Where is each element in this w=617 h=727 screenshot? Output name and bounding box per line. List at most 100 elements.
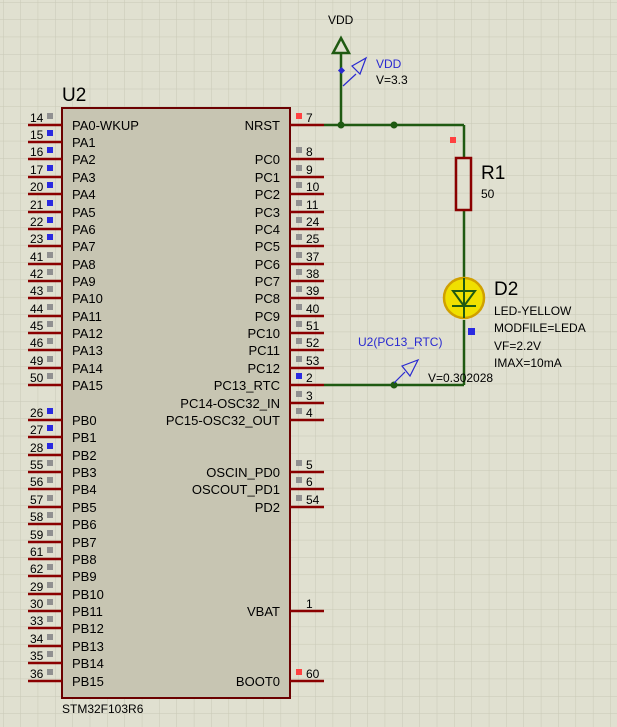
pin-state-indicator [47, 356, 53, 362]
pin-label: PC10 [247, 326, 280, 341]
pin-label: PB11 [72, 604, 103, 619]
led-d2-modfile: MODFILE=LEDA [494, 321, 586, 335]
pin-number: 9 [306, 163, 313, 177]
pin-state-indicator [47, 269, 53, 275]
pin-label: PB14 [72, 656, 104, 671]
pin-number: 52 [306, 336, 320, 350]
pin-number: 4 [306, 406, 313, 420]
pin-number: 5 [306, 458, 313, 472]
pin-state-indicator [296, 147, 302, 153]
pin-state-indicator [296, 321, 302, 327]
pin-state-indicator [296, 460, 302, 466]
pin-label: PA14 [72, 361, 103, 376]
pin-number: 25 [306, 232, 320, 246]
pin-label: PA6 [72, 222, 96, 237]
pin-state-indicator [47, 286, 53, 292]
pin-label: PA2 [72, 152, 96, 167]
pin-label: PB15 [72, 674, 104, 689]
pin-number: 7 [306, 111, 313, 125]
pin-number: 53 [306, 354, 320, 368]
schematic-canvas: U2 STM32F103R6 14 PA0-WKUP15 PA116 PA217 PA3… [0, 0, 617, 727]
pin-state-indicator [47, 460, 53, 466]
pin-number: 11 [306, 198, 319, 212]
chip-part-label: STM32F103R6 [62, 702, 144, 716]
pin-label: OSCIN_PD0 [206, 465, 280, 480]
vdd-probe-value: V=3.3 [376, 73, 408, 87]
pin-label: PD2 [255, 500, 280, 515]
led-d2-icon[interactable] [442, 276, 486, 320]
pin-label: PA5 [72, 205, 96, 220]
pin-label: PA11 [72, 309, 102, 324]
pin-label: PA0-WKUP [72, 118, 139, 133]
pin-number: 62 [30, 562, 44, 576]
pin-state-indicator [296, 165, 302, 171]
pin-number: 61 [30, 545, 44, 559]
pin-label: PB4 [72, 482, 97, 497]
pin-label: PC2 [255, 187, 280, 202]
pin-number: 22 [30, 215, 44, 229]
pin-label: PC7 [255, 274, 280, 289]
pin-number: 24 [306, 215, 320, 229]
pin-label: PB6 [72, 517, 97, 532]
pin-state-indicator [47, 165, 53, 171]
pin-state-indicator [296, 234, 302, 240]
pin-number: 6 [306, 475, 313, 489]
led-d2-ref: D2 [494, 279, 518, 300]
pin-label: PC8 [255, 291, 280, 306]
pin-label: PC12 [247, 361, 280, 376]
pin-number: 8 [306, 145, 313, 159]
pin-number: 1 [306, 597, 313, 611]
pin-state-indicator [47, 252, 53, 258]
pin-label: PC15-OSC32_OUT [166, 413, 280, 428]
pin-number: 42 [30, 267, 44, 281]
pin-state-indicator [47, 495, 53, 501]
resistor-r1-value: 50 [481, 187, 495, 201]
pin-number: 56 [30, 475, 44, 489]
pin-label: PB3 [72, 465, 97, 480]
pin-number: 23 [30, 232, 44, 246]
pin-number: 10 [306, 180, 320, 194]
pin-state-indicator [296, 495, 302, 501]
pin-number: 49 [30, 354, 44, 368]
pin-label: PA4 [72, 187, 96, 202]
pin-number: 41 [30, 250, 44, 264]
pin-state-indicator [47, 373, 53, 379]
pin-state-indicator [47, 321, 53, 327]
pin-state-indicator [296, 182, 302, 188]
pin-state-indicator [47, 304, 53, 310]
pin-state-indicator [47, 443, 53, 449]
pin-number: 40 [306, 302, 320, 316]
pin-number: 17 [30, 163, 44, 177]
pin-label: PB0 [72, 413, 97, 428]
pin-label: OSCOUT_PD1 [192, 482, 280, 497]
pin-number: 57 [30, 493, 44, 507]
pin-number: 36 [30, 667, 44, 681]
pin-number: 28 [30, 441, 44, 455]
pin-label: BOOT0 [236, 674, 280, 689]
pin-state-indicator [296, 391, 302, 397]
pin-number: 44 [30, 302, 44, 316]
led-d2-imax: IMAX=10mA [494, 356, 562, 370]
pin-label: PB7 [72, 535, 97, 550]
pin-state-indicator [296, 286, 302, 292]
pin-state-indicator [296, 669, 302, 675]
pin-number: 46 [30, 336, 44, 350]
pin-state-indicator [47, 200, 53, 206]
pin-state-indicator [47, 408, 53, 414]
pc13-probe-value: V=0.302028 [428, 371, 493, 385]
pin-label: PB12 [72, 621, 104, 636]
pin-label: PC6 [255, 257, 280, 272]
pin-state-indicator [47, 338, 53, 344]
pin-state-indicator [47, 599, 53, 605]
led-d2-terminal [468, 328, 475, 335]
junction-dot [337, 121, 345, 129]
pin-state-indicator [47, 582, 53, 588]
pin-state-indicator [47, 651, 53, 657]
pin-label: PA13 [72, 343, 103, 358]
pin-state-indicator [47, 512, 53, 518]
pin-state-indicator [296, 269, 302, 275]
pin-number: 58 [30, 510, 44, 524]
pin-label: PB9 [72, 569, 97, 584]
pin-label: PC3 [255, 205, 280, 220]
vdd-terminal-label: VDD [328, 13, 354, 27]
